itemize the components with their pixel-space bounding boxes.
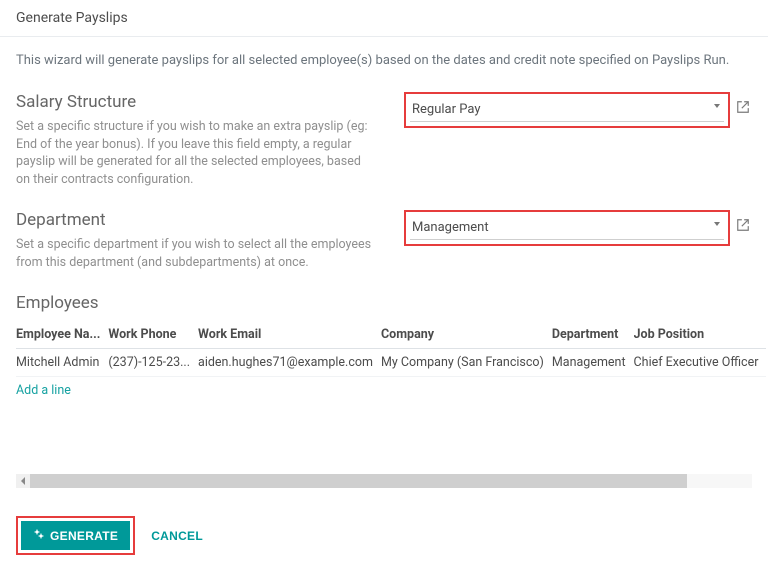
th-work-email[interactable]: Work Email <box>198 321 381 349</box>
dialog-body: This wizard will generate payslips for a… <box>0 37 768 504</box>
department-heading: Department <box>16 210 374 230</box>
salary-structure-help: Set a specific structure if you wish to … <box>16 118 374 188</box>
scroll-track[interactable] <box>30 474 752 488</box>
cell-job-position: Chief Executive Officer <box>634 349 767 377</box>
cell-department: Management <box>552 349 634 377</box>
dialog-footer: GENERATE CANCEL <box>0 504 768 567</box>
salary-structure-heading: Salary Structure <box>16 92 374 112</box>
scroll-left-icon[interactable] <box>16 474 30 488</box>
dialog-title: Generate Payslips <box>0 0 768 37</box>
th-company[interactable]: Company <box>381 321 552 349</box>
cell-work-email: aiden.hughes71@example.com <box>198 349 381 377</box>
scroll-thumb[interactable] <box>30 474 687 488</box>
cancel-button[interactable]: CANCEL <box>145 528 209 544</box>
chevron-down-icon <box>714 222 720 226</box>
cell-work-phone: (237)-125-23... <box>108 349 198 377</box>
external-link-icon[interactable] <box>736 218 752 234</box>
salary-structure-select[interactable]: Regular Pay <box>404 92 730 128</box>
department-select[interactable]: Management <box>404 210 730 246</box>
table-row[interactable]: Mitchell Admin (237)-125-23... aiden.hug… <box>16 349 766 377</box>
cell-company: My Company (San Francisco) <box>381 349 552 377</box>
salary-structure-value: Regular Pay <box>410 98 724 122</box>
horizontal-scrollbar[interactable] <box>16 474 752 488</box>
generate-payslips-dialog: Generate Payslips This wizard will gener… <box>0 0 768 567</box>
generate-button[interactable]: GENERATE <box>21 521 130 550</box>
department-value: Management <box>410 216 724 240</box>
cell-employee-name: Mitchell Admin <box>16 349 108 377</box>
employees-table: Employee Na... Work Phone Work Email Com… <box>16 321 766 404</box>
department-help: Set a specific department if you wish to… <box>16 236 374 271</box>
intro-text: This wizard will generate payslips for a… <box>16 53 752 68</box>
table-header-row: Employee Na... Work Phone Work Email Com… <box>16 321 766 349</box>
salary-structure-section: Salary Structure Set a specific structur… <box>16 92 752 188</box>
th-employee-name[interactable]: Employee Na... <box>16 321 108 349</box>
chevron-down-icon <box>714 104 720 108</box>
th-work-phone[interactable]: Work Phone <box>108 321 198 349</box>
add-line-link[interactable]: Add a line <box>16 377 71 404</box>
external-link-icon[interactable] <box>736 100 752 116</box>
th-department[interactable]: Department <box>552 321 634 349</box>
th-job-position[interactable]: Job Position <box>634 321 767 349</box>
employees-section: Employees Employee Na... Work Phone Work… <box>16 293 752 404</box>
department-section: Department Set a specific department if … <box>16 210 752 271</box>
gears-icon <box>33 528 45 543</box>
generate-button-label: GENERATE <box>50 529 118 543</box>
employees-heading: Employees <box>16 293 752 313</box>
